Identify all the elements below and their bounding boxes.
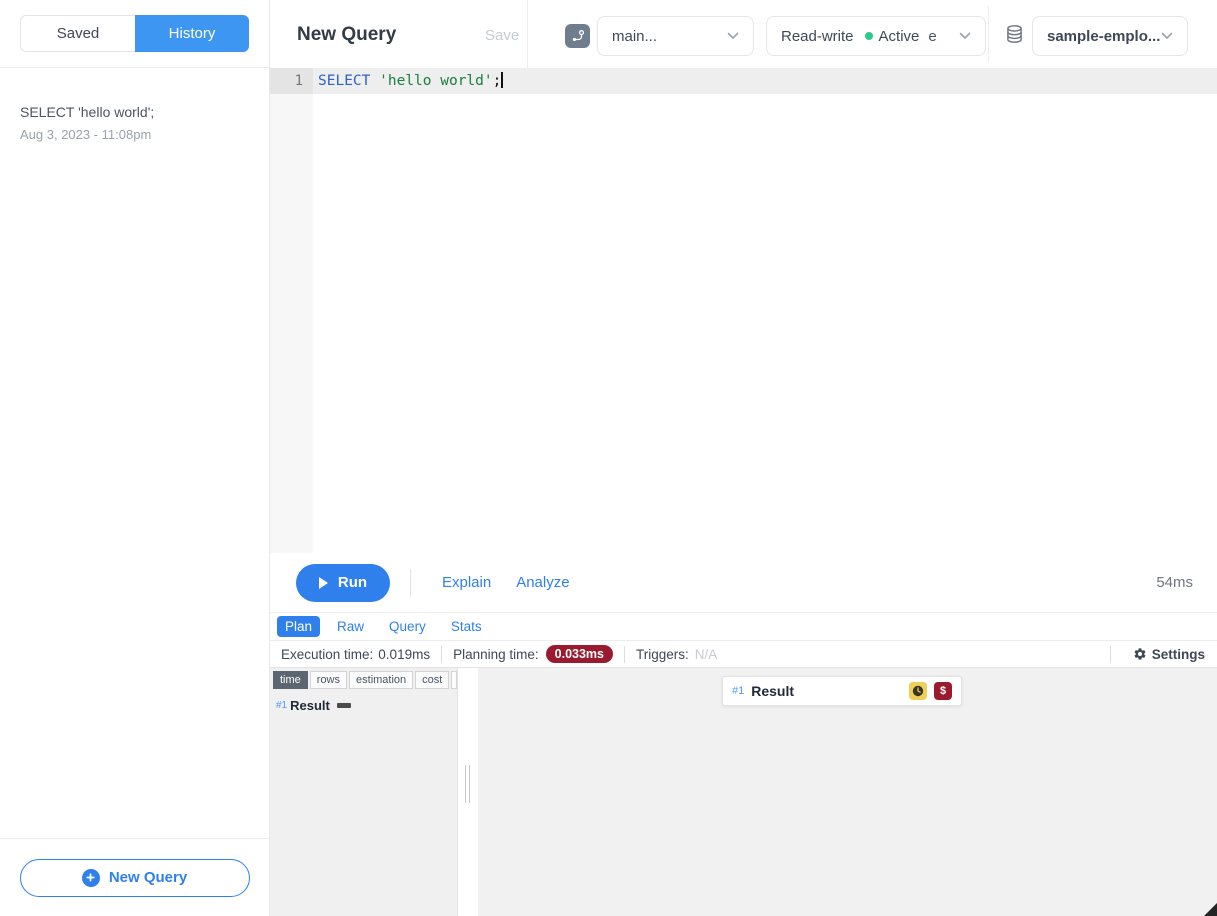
plan-node-badges: $ — [909, 682, 952, 700]
gear-icon — [1133, 647, 1147, 661]
chevron-down-icon — [727, 32, 739, 40]
plan-node-label: Result — [751, 683, 794, 699]
history-list-item[interactable]: SELECT 'hello world'; Aug 3, 2023 - 11:0… — [0, 68, 269, 142]
splitter-handle-icon — [465, 765, 466, 803]
settings-group: Settings — [1099, 646, 1217, 663]
plan-node-card[interactable]: #1 Result $ — [722, 676, 962, 706]
chevron-down-icon — [959, 32, 971, 40]
branch-icon — [565, 24, 590, 48]
endpoint-mode: Read-write — [781, 28, 854, 45]
history-timestamp: Aug 3, 2023 - 11:08pm — [20, 127, 249, 142]
metric-tab-cost[interactable]: cost — [415, 671, 449, 689]
header-divider — [527, 0, 528, 68]
tab-stats[interactable]: Stats — [443, 616, 490, 637]
plus-icon — [82, 869, 100, 887]
stats-divider — [441, 646, 442, 663]
planning-time-label: Planning time: — [453, 647, 539, 662]
history-query-text: SELECT 'hello world'; — [20, 104, 249, 120]
text-cursor — [501, 72, 503, 88]
tab-saved[interactable]: Saved — [20, 15, 135, 52]
metric-tab-rows[interactable]: rows — [310, 671, 347, 689]
plan-node-id: #1 — [732, 685, 744, 697]
new-query-button[interactable]: New Query — [20, 859, 250, 897]
header-divider — [988, 6, 989, 62]
play-icon — [319, 577, 328, 589]
sql-string: 'hello world' — [379, 73, 493, 89]
settings-button[interactable]: Settings — [1133, 647, 1205, 662]
sidebar: Saved History SELECT 'hello world'; Aug … — [0, 0, 270, 916]
endpoint-extra-text: e — [928, 28, 936, 45]
endpoint-select[interactable]: Read-write Active e — [766, 16, 986, 56]
chevron-down-icon — [1161, 32, 1173, 40]
execution-time-value: 0.019ms — [378, 647, 430, 662]
run-button[interactable]: Run — [296, 564, 390, 602]
plan-canvas[interactable]: #1 Result $ — [478, 668, 1217, 916]
plan-stats-bar: Execution time: 0.019ms Planning time: 0… — [270, 641, 1217, 668]
plan-node-label: Result — [290, 698, 330, 713]
tab-history[interactable]: History — [135, 15, 249, 52]
plan-tree-row[interactable]: #1 Result — [270, 698, 457, 713]
status-dot-icon — [865, 32, 873, 40]
metric-tab-time[interactable]: time — [273, 671, 308, 689]
analyze-button[interactable]: Analyze — [516, 574, 569, 591]
sql-keyword: SELECT — [318, 73, 370, 89]
editor-active-line[interactable]: 1 SELECT 'hello world'; — [270, 68, 1217, 94]
splitter-handle-icon — [469, 765, 470, 803]
triggers-label: Triggers: — [636, 647, 689, 662]
run-toolbar: Run Explain Analyze 54ms — [270, 553, 1217, 612]
database-select[interactable]: sample-emplo... — [1032, 16, 1188, 56]
plan-node-id: #1 — [276, 700, 287, 711]
sql-code-editor[interactable]: 1 SELECT 'hello world'; — [270, 68, 1217, 553]
branch-select-value: main... — [612, 28, 657, 45]
metric-tab-clipped — [451, 671, 457, 689]
execution-time-label: Execution time: — [281, 647, 373, 662]
plan-tree-panel: time rows estimation cost #1 Result — [270, 668, 458, 916]
corner-resize-handle[interactable] — [1204, 903, 1217, 916]
line-number: 1 — [270, 68, 313, 94]
explain-button[interactable]: Explain — [442, 574, 491, 591]
page-title: New Query — [297, 24, 396, 46]
toolbar-divider — [410, 569, 411, 597]
clock-icon — [909, 682, 927, 700]
database-select-value: sample-emplo... — [1047, 28, 1160, 45]
sql-editor-app: Saved History SELECT 'hello world'; Aug … — [0, 0, 1217, 916]
tab-plan[interactable]: Plan — [277, 616, 320, 637]
endpoint-status: Active — [879, 28, 920, 45]
tab-query[interactable]: Query — [381, 616, 434, 637]
query-duration: 54ms — [1156, 574, 1193, 591]
metric-tab-estimation[interactable]: estimation — [349, 671, 413, 689]
save-button[interactable]: Save — [485, 27, 519, 44]
new-query-button-label: New Query — [109, 869, 187, 886]
triggers-value: N/A — [695, 647, 718, 662]
sidebar-footer: New Query — [0, 838, 269, 916]
code-line-text: SELECT 'hello world'; — [313, 68, 503, 94]
plan-visualizer: time rows estimation cost #1 Result #1 R… — [270, 668, 1217, 916]
planning-time-badge: 0.033ms — [546, 645, 613, 663]
stats-divider — [624, 646, 625, 663]
plan-metric-tabs: time rows estimation cost — [270, 668, 457, 689]
run-button-label: Run — [338, 574, 367, 591]
settings-label: Settings — [1152, 647, 1205, 662]
database-icon — [1004, 24, 1025, 49]
query-header: New Query Save main... Read-write Active… — [270, 0, 1217, 68]
stats-divider — [1110, 646, 1111, 663]
sql-terminator: ; — [493, 73, 502, 89]
editor-gutter — [270, 68, 313, 553]
saved-history-toggle: Saved History — [20, 15, 249, 52]
results-tab-bar: Plan Raw Query Stats — [270, 612, 1217, 641]
dollar-icon: $ — [934, 682, 952, 700]
tab-raw[interactable]: Raw — [329, 616, 372, 637]
panel-splitter[interactable] — [458, 668, 478, 916]
duration-bar — [337, 703, 351, 708]
branch-select[interactable]: main... — [597, 16, 754, 56]
sidebar-header: Saved History — [0, 0, 269, 68]
